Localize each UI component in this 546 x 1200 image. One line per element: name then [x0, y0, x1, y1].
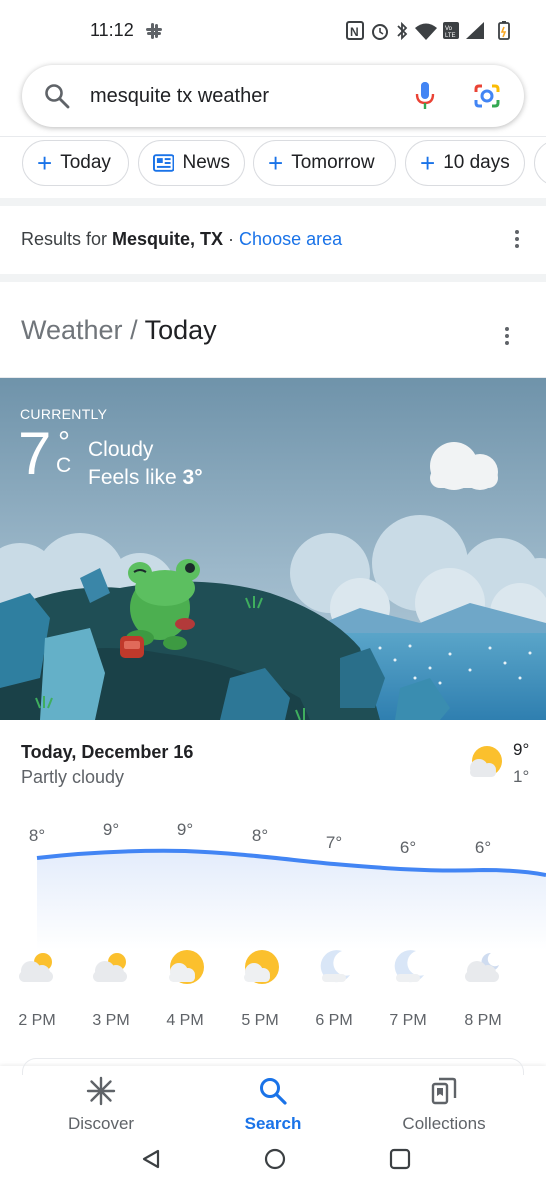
search-box[interactable]: mesquite tx weather: [22, 65, 524, 127]
chip-label: 10 days: [443, 152, 510, 173]
chip-10-days[interactable]: + 10 days: [405, 140, 525, 186]
hour-time-label: 4 PM: [166, 1012, 204, 1029]
feels-like-label: Feels like: [88, 466, 183, 490]
signal-icon: [466, 22, 484, 39]
search-icon: [260, 1078, 287, 1105]
hour-time-label: 8 PM: [464, 1012, 502, 1029]
search-icon[interactable]: [44, 83, 70, 109]
breadcrumb-current: Today: [144, 315, 217, 345]
hour-time-label: 6 PM: [315, 1012, 353, 1029]
partly-cloudy-icon: [93, 953, 127, 982]
current-condition: Cloudy Feels like 3°: [88, 436, 203, 493]
search-input[interactable]: mesquite tx weather: [90, 85, 269, 108]
temperature-unit: ° C: [56, 426, 71, 479]
weather-more-icon[interactable]: [504, 327, 510, 345]
recents-icon[interactable]: [389, 1148, 411, 1170]
plus-icon: +: [37, 148, 53, 178]
forecast-high: 9°: [513, 740, 530, 759]
chip-row: + Today News + Tomorrow + 10 days: [0, 140, 546, 190]
plus-icon: +: [268, 148, 284, 178]
clear-night-icon: [320, 950, 350, 983]
forecast-day-title: Today, December 16: [21, 742, 194, 762]
status-bar: 11:12 N Vo LTE: [0, 0, 546, 62]
hour-temperature: 6°: [474, 838, 492, 857]
hour-temperature: 7°: [325, 833, 343, 852]
breadcrumb-separator: /: [122, 315, 145, 345]
section-divider: [0, 198, 546, 206]
hour-temperature: 8°: [251, 826, 269, 845]
nav-label: Collections: [402, 1114, 486, 1133]
news-icon: [153, 154, 175, 172]
hour-temperature: 6°: [399, 838, 417, 857]
chip-news[interactable]: News: [138, 140, 245, 186]
nav-discover[interactable]: Discover: [26, 1076, 176, 1133]
hourly-temperature-graph: [36, 848, 546, 950]
chip-label: Tomorrow: [291, 152, 375, 173]
hour-time-label: 7 PM: [389, 1012, 427, 1029]
forecast-low: 1°: [513, 767, 530, 786]
results-prefix: Results for: [21, 229, 113, 249]
svg-text:Vo: Vo: [445, 26, 453, 32]
degree-symbol: °: [58, 426, 70, 459]
card-edge: [22, 1058, 524, 1075]
chip-more[interactable]: [534, 140, 546, 186]
slack-icon: [146, 23, 162, 39]
weather-breadcrumb: Weather / Today: [21, 315, 217, 346]
battery-icon: [498, 21, 510, 40]
home-icon[interactable]: [264, 1148, 286, 1170]
unit-symbol[interactable]: C: [56, 453, 71, 479]
hour-time-label: 2 PM: [18, 1012, 56, 1029]
forecast-day-condition: Partly cloudy: [21, 767, 125, 787]
current-temperature: 7: [18, 420, 52, 487]
partly-cloudy-icon: [19, 953, 53, 982]
weather-illustration: [0, 378, 546, 720]
breadcrumb-root[interactable]: Weather: [21, 315, 123, 345]
feels-like-value: 3°: [182, 466, 203, 490]
results-for-line: Results for Mesquite, TX · Choose area: [21, 229, 342, 250]
mic-icon[interactable]: [414, 81, 436, 111]
chip-label: Today: [60, 152, 111, 173]
bluetooth-icon: [397, 21, 408, 41]
results-separator: ·: [223, 229, 240, 249]
section-divider: [0, 274, 546, 282]
clear-night-icon: [394, 950, 424, 983]
svg-text:N: N: [350, 25, 359, 39]
hour-temperature: 9°: [176, 820, 194, 839]
nav-collections[interactable]: Collections: [369, 1076, 519, 1133]
collections-icon: [431, 1077, 457, 1105]
hour-temperature: 8°: [28, 826, 46, 845]
results-more-icon[interactable]: [514, 230, 520, 248]
chip-today[interactable]: + Today: [22, 140, 129, 186]
hour-time-label: 3 PM: [92, 1012, 130, 1029]
plus-icon: +: [420, 148, 436, 178]
partly-cloudy-icon: [470, 746, 502, 777]
hour-time-label: 5 PM: [241, 1012, 279, 1029]
partly-cloudy-night-icon: [465, 952, 499, 982]
nfc-icon: N: [346, 21, 364, 40]
system-status-icons: N VoLTE: [346, 21, 510, 41]
nav-search[interactable]: Search: [198, 1076, 348, 1133]
chip-tomorrow[interactable]: + Tomorrow: [253, 140, 396, 186]
choose-area-link[interactable]: Choose area: [239, 229, 342, 249]
wifi-icon: [415, 23, 437, 40]
back-icon[interactable]: [140, 1148, 162, 1170]
status-time: 11:12: [90, 20, 134, 40]
mostly-sunny-icon: [244, 950, 279, 984]
lens-icon[interactable]: [473, 83, 501, 109]
mostly-sunny-icon: [169, 950, 204, 984]
nav-label: Search: [244, 1114, 302, 1133]
condition-text: Cloudy: [88, 438, 154, 461]
svg-text:LTE: LTE: [445, 33, 456, 39]
asterisk-icon: [86, 1076, 116, 1106]
alarm-icon: [372, 24, 388, 40]
chip-label: News: [182, 152, 230, 173]
results-location: Mesquite, TX: [112, 229, 224, 249]
hour-temperature: 9°: [102, 820, 120, 839]
divider: [0, 136, 546, 137]
feels-like: Feels like 3°: [88, 464, 203, 492]
backpack: [120, 636, 144, 658]
nav-label: Discover: [67, 1114, 135, 1133]
volte-icon: VoLTE: [443, 22, 459, 39]
